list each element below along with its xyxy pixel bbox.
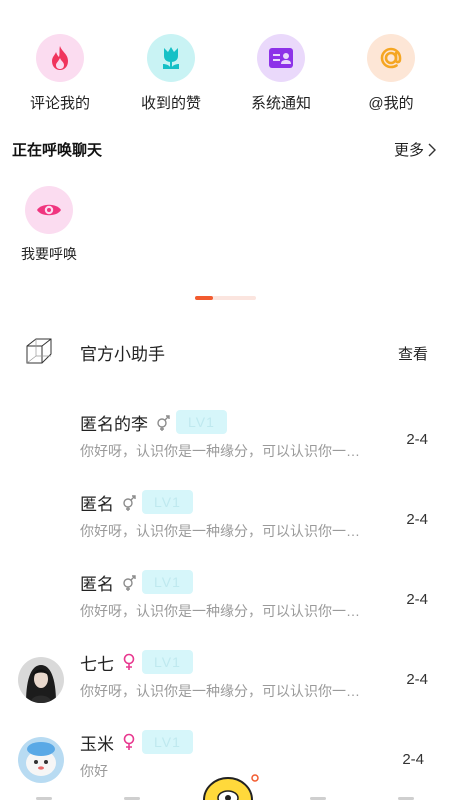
chevron-right-icon <box>428 143 436 156</box>
conversation-date: 2-4 <box>406 431 428 448</box>
conversation-name: 匿名 <box>80 574 114 594</box>
quick-entry-label: @我的 <box>368 95 414 112</box>
bottom-nav-hint <box>36 797 414 800</box>
conversation-name: 匿名 <box>80 494 114 514</box>
conversation-date: 2-4 <box>402 751 424 768</box>
female-icon <box>122 653 136 671</box>
cube-icon <box>26 338 52 364</box>
view-button[interactable]: 查看 <box>398 343 428 364</box>
gender-unknown-icon <box>122 493 136 511</box>
calling-section-title: 正在呼唤聊天 <box>12 142 103 159</box>
avatar[interactable] <box>18 737 64 783</box>
conversation-item[interactable]: 匿名的李 LV1 你好呀，认识你是一种缘分，可以认识你一下吗 2-4 <box>0 409 450 473</box>
eye-icon <box>25 186 73 234</box>
conversation-preview: 你好呀，认识你是一种缘分，可以认识你一下吗 <box>80 523 368 539</box>
conversation-name: 七七 <box>80 654 114 674</box>
conversation-preview: 你好呀，认识你是一种缘分，可以认识你一下吗 <box>80 603 368 619</box>
page-indicator <box>195 296 256 300</box>
flame-icon <box>36 34 84 82</box>
conversation-item[interactable]: 匿名 LV1 你好呀，认识你是一种缘分，可以认识你一下吗 2-4 <box>0 569 450 633</box>
conversation-date: 2-4 <box>406 671 428 688</box>
at-icon <box>367 34 415 82</box>
quick-entry-mentions[interactable]: @我的 <box>341 34 441 113</box>
gender-unknown-icon <box>156 413 170 431</box>
quick-entries: 评论我的 收到的赞 系统通知 @我的 <box>0 34 450 114</box>
call-entry-label: 我要呼唤 <box>21 246 77 262</box>
quick-entry-likes[interactable]: 收到的赞 <box>121 34 221 113</box>
conversation-name: 匿名的李 <box>80 414 148 434</box>
gender-unknown-icon <box>122 573 136 591</box>
level-badge: LV1 <box>142 490 193 514</box>
assistant-row[interactable]: 官方小助手 查看 <box>0 330 450 374</box>
more-button[interactable]: 更多 <box>394 139 436 160</box>
quick-entry-label: 评论我的 <box>29 95 90 112</box>
level-badge: LV1 <box>176 410 227 434</box>
call-entry-button[interactable]: 我要呼唤 <box>14 186 84 264</box>
female-icon <box>122 733 136 751</box>
assistant-name: 官方小助手 <box>80 345 165 364</box>
conversation-date: 2-4 <box>406 511 428 528</box>
conversation-item[interactable]: 七七 LV1 你好呀，认识你是一种缘分，可以认识你一下吗 2-4 <box>0 649 450 713</box>
avatar[interactable] <box>18 657 64 703</box>
tulip-icon <box>147 34 195 82</box>
level-badge: LV1 <box>142 570 193 594</box>
conversation-name: 玉米 <box>80 734 114 754</box>
quick-entry-notifications[interactable]: 系统通知 <box>231 34 331 113</box>
conversation-preview: 你好呀，认识你是一种缘分，可以认识你一下吗 <box>80 683 368 699</box>
page-indicator-active <box>195 296 213 300</box>
conversation-preview: 你好呀，认识你是一种缘分，可以认识你一下吗 <box>80 443 368 459</box>
quick-entry-comments[interactable]: 评论我的 <box>10 34 110 113</box>
conversation-item[interactable]: 匿名 LV1 你好呀，认识你是一种缘分，可以认识你一下吗 2-4 <box>0 489 450 553</box>
id-card-icon <box>257 34 305 82</box>
conversation-date: 2-4 <box>406 591 428 608</box>
level-badge: LV1 <box>142 650 193 674</box>
more-label: 更多 <box>393 142 424 159</box>
level-badge: LV1 <box>142 730 193 754</box>
quick-entry-label: 收到的赞 <box>140 95 201 112</box>
quick-entry-label: 系统通知 <box>250 95 311 112</box>
